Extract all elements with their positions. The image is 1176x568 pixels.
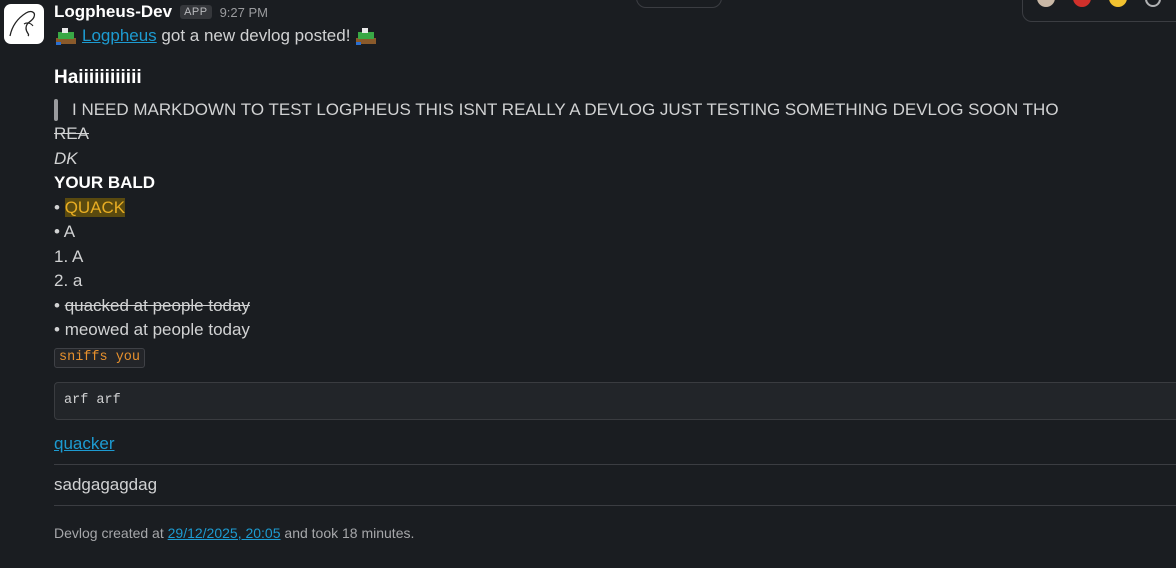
list-item: • A xyxy=(54,220,1176,245)
devlog-title: Haiiiiiiiiiiii xyxy=(54,67,142,88)
code-block: arf arf xyxy=(54,381,1176,420)
highlight-text: QUACK xyxy=(64,197,126,217)
italic-text: DK xyxy=(54,148,78,168)
thread-toolbar xyxy=(636,0,722,8)
list-item: • QUACK xyxy=(54,196,1176,221)
inline-code: sniffs you xyxy=(54,347,146,368)
date-link[interactable]: 29/12/2025, 20:05 xyxy=(168,525,281,541)
app-avatar[interactable] xyxy=(4,4,44,44)
message-timestamp[interactable]: 9:27 PM xyxy=(220,5,268,20)
list-text: A xyxy=(63,222,76,241)
bullet: • xyxy=(54,320,60,339)
bullet: • xyxy=(54,295,60,315)
devlog-footer: Devlog created at 29/12/2025, 20:05 and … xyxy=(54,521,1176,541)
bullet: • xyxy=(54,197,60,217)
plain-text: sadgagagdag xyxy=(54,474,158,494)
sender-name[interactable]: Logpheus-Dev xyxy=(54,2,172,22)
divider xyxy=(54,504,1176,506)
reaction-toolbar xyxy=(1022,0,1176,22)
footer-suffix: and took 18 minutes. xyxy=(280,524,415,541)
reaction-smile-icon[interactable] xyxy=(1109,0,1127,7)
devlog-emoji-icon xyxy=(56,28,76,45)
reaction-mushroom-icon[interactable] xyxy=(1073,0,1091,7)
bullet: • xyxy=(54,222,60,241)
logpheus-link[interactable]: Logpheus xyxy=(82,26,157,45)
devlog-emoji-icon xyxy=(356,28,377,45)
ordered-item: 2. a xyxy=(54,271,83,290)
bold-text: YOUR BALD xyxy=(54,173,156,192)
message-body: Logpheus got a new devlog posted! Haiiii… xyxy=(54,24,1176,541)
add-reaction-icon[interactable] xyxy=(1145,0,1161,7)
quacker-link[interactable]: quacker xyxy=(54,434,114,453)
list-text: meowed at people today xyxy=(64,320,250,339)
divider xyxy=(54,463,1176,465)
quote-text: I NEED MARKDOWN TO TEST LOGPHEUS THIS IS… xyxy=(72,99,1059,119)
app-badge: APP xyxy=(180,5,212,19)
ordered-item: 1. A xyxy=(54,246,84,266)
list-item: • meowed at people today xyxy=(54,318,1176,343)
list-text: quacked at people today xyxy=(64,295,250,315)
intro-line: Logpheus got a new devlog posted! xyxy=(54,24,1176,48)
strikethrough-text: REA xyxy=(54,124,89,143)
blockquote: I NEED MARKDOWN TO TEST LOGPHEUS THIS IS… xyxy=(54,98,1176,122)
intro-text: got a new devlog posted! xyxy=(156,25,351,45)
message-header: Logpheus-Dev APP 9:27 PM xyxy=(54,1,268,23)
logpheus-logo-icon xyxy=(9,10,36,37)
reaction-avatar-icon[interactable] xyxy=(1037,0,1055,7)
footer-prefix: Devlog created at xyxy=(54,524,168,541)
list-item: • quacked at people today xyxy=(54,294,1176,319)
quote-bar xyxy=(54,99,58,121)
